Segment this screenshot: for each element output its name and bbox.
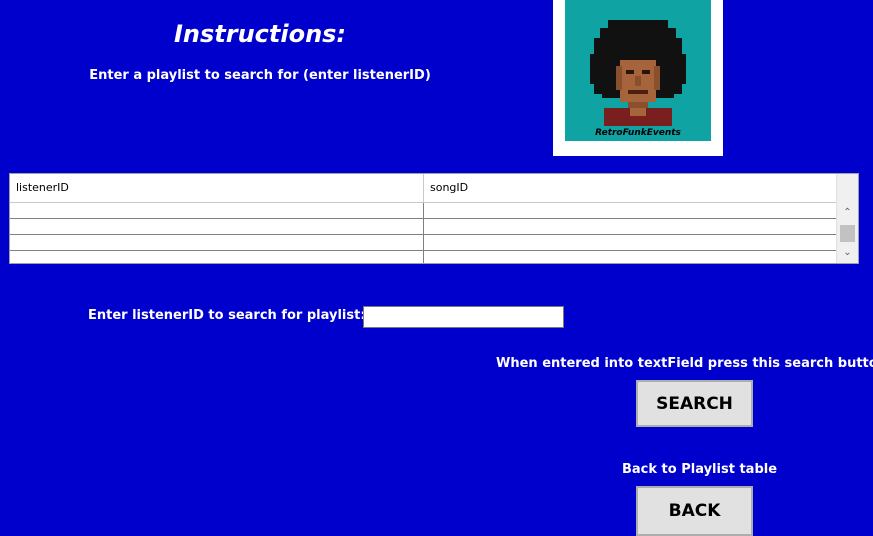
logo-image: RetroFunkEvents	[565, 0, 711, 141]
table-row[interactable]	[10, 235, 836, 251]
listenerid-label: Enter listenerID to search for playlist:	[88, 308, 366, 323]
scrollbar-thumb[interactable]	[840, 225, 855, 242]
table-row[interactable]	[10, 203, 836, 219]
logo-text: RetroFunkEvents	[595, 128, 681, 138]
scroll-up-icon[interactable]: ⌃	[837, 204, 858, 221]
back-button[interactable]: BACK	[636, 486, 753, 536]
column-header-listenerid[interactable]: listenerID	[10, 174, 424, 202]
table-cell[interactable]	[10, 219, 424, 234]
instructions-subtitle: Enter a playlist to search for (enter li…	[89, 68, 431, 83]
table-row[interactable]	[10, 219, 836, 235]
table-cell[interactable]	[10, 251, 424, 263]
listenerid-input[interactable]	[363, 306, 564, 328]
logo-frame: RetroFunkEvents	[553, 0, 723, 156]
instructions-title: Instructions:	[173, 20, 347, 48]
table-row[interactable]	[10, 251, 836, 264]
table-cell[interactable]	[10, 203, 424, 218]
table-scrollbar[interactable]: ⌃ ⌄	[836, 174, 858, 263]
back-label: Back to Playlist table	[622, 462, 778, 477]
search-button[interactable]: SEARCH	[636, 380, 753, 427]
table-cell[interactable]	[10, 235, 424, 250]
table-header: listenerID songID	[10, 174, 836, 203]
search-hint: When entered into textField press this s…	[496, 356, 873, 371]
scroll-down-icon[interactable]: ⌄	[837, 244, 858, 261]
playlist-table[interactable]: listenerID songID ⌃ ⌄	[9, 173, 859, 264]
afro-character-icon	[590, 20, 686, 126]
column-header-songid[interactable]: songID	[424, 174, 836, 202]
